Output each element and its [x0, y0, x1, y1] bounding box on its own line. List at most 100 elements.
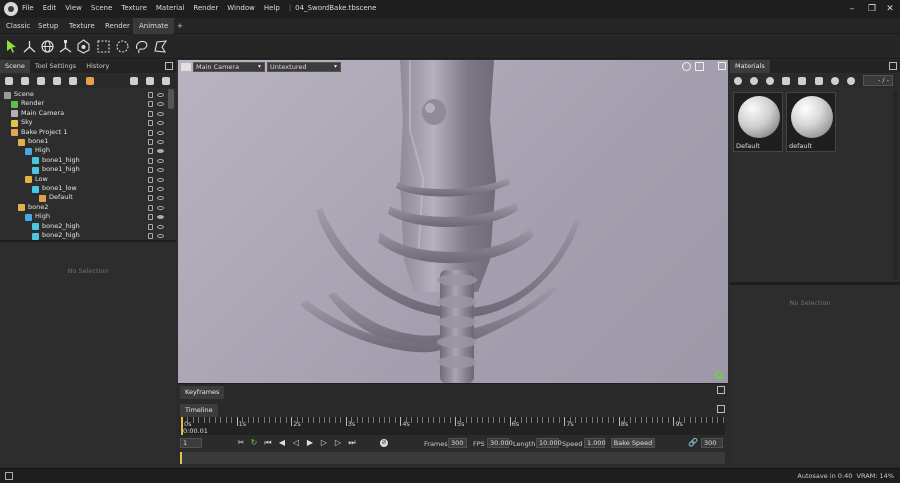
new-folder-icon[interactable] — [130, 77, 138, 85]
add-bake-project-icon[interactable] — [86, 77, 94, 85]
lock-icon[interactable] — [148, 214, 153, 221]
tree-item[interactable]: Scene — [0, 90, 175, 100]
pivot-tool-icon[interactable] — [76, 39, 91, 54]
maximize-icon[interactable]: ❐ — [866, 3, 878, 15]
tree-item[interactable]: Sky — [0, 118, 175, 128]
menu-material[interactable]: Material — [156, 4, 184, 12]
cut-keys-icon[interactable]: ✂ — [237, 439, 245, 447]
ellipse-select-icon[interactable] — [115, 39, 130, 54]
polygon-select-icon[interactable] — [153, 39, 168, 54]
open-folder-icon[interactable] — [782, 77, 790, 85]
assign-material-icon[interactable] — [815, 77, 823, 85]
visibility-icon[interactable] — [157, 93, 164, 97]
next-keyframe-icon[interactable]: ▷ — [334, 439, 342, 447]
menu-help[interactable]: Help — [264, 4, 280, 12]
menu-texture[interactable]: Texture — [121, 4, 147, 12]
tree-item[interactable]: Default — [0, 193, 175, 203]
play-icon[interactable]: ▶ — [306, 439, 314, 447]
duplicate-icon[interactable] — [146, 77, 154, 85]
material-swatch-default[interactable]: Default — [733, 92, 783, 152]
visibility-icon[interactable] — [157, 177, 164, 182]
add-object-icon[interactable] — [5, 77, 13, 85]
visibility-icon[interactable] — [157, 111, 164, 116]
visibility-icon[interactable] — [157, 140, 164, 144]
add-sky-icon[interactable] — [53, 77, 61, 85]
camera-dropdown[interactable]: Main Camera ▾ — [193, 62, 265, 72]
lock-icon[interactable] — [148, 129, 153, 136]
menu-render[interactable]: Render — [193, 4, 218, 12]
tab-tool-settings[interactable]: Tool Settings — [30, 60, 81, 73]
visibility-icon[interactable] — [157, 234, 164, 238]
tab-classic[interactable]: Classic — [0, 18, 36, 34]
delete-material-icon[interactable] — [798, 77, 806, 85]
speed-field[interactable]: 1.000 — [584, 438, 606, 448]
lock-icon[interactable] — [148, 176, 153, 183]
lock-icon[interactable] — [148, 101, 153, 108]
popout-icon[interactable] — [889, 62, 897, 70]
tab-render[interactable]: Render — [99, 18, 136, 34]
tree-item[interactable]: bone1_high — [0, 165, 175, 175]
tab-history[interactable]: History — [81, 60, 114, 73]
lock-icon[interactable] — [148, 167, 153, 174]
tree-item[interactable]: Bake Project 1 — [0, 128, 175, 138]
clear-material-icon[interactable] — [847, 77, 855, 85]
add-material-icon[interactable] — [734, 77, 742, 85]
lasso-select-icon[interactable] — [134, 39, 149, 54]
transform-tool-icon[interactable] — [22, 39, 37, 54]
timeline-track[interactable] — [180, 452, 725, 464]
tree-item[interactable]: High — [0, 146, 175, 156]
add-light-icon[interactable] — [21, 77, 29, 85]
tree-item[interactable]: bone1_high — [0, 156, 175, 166]
fps-field[interactable]: 30.000 — [487, 438, 513, 448]
tab-texture[interactable]: Texture — [63, 18, 101, 34]
lock-icon[interactable] — [148, 148, 153, 155]
viewport[interactable]: Main Camera ▾ Untextured ▾ — [178, 60, 728, 383]
link-icon[interactable]: 🔗 — [688, 439, 698, 447]
tree-item[interactable]: Render — [0, 99, 175, 109]
popout-icon[interactable] — [717, 386, 725, 394]
lock-icon[interactable] — [148, 195, 153, 202]
timeline-ruler[interactable]: 0s 1s 2s 3s 4s 5s 6s 7s 8s 9s 0:00.01 — [180, 417, 725, 435]
tree-item[interactable]: Low — [0, 175, 175, 185]
loop-icon[interactable]: ↻ — [250, 439, 258, 447]
tree-item[interactable]: bone2 — [0, 203, 175, 213]
bake-speed-button[interactable]: Bake Speed — [611, 438, 655, 448]
menu-view[interactable]: View — [65, 4, 82, 12]
rotate-tool-icon[interactable] — [40, 39, 55, 54]
length-field[interactable]: 10.000 — [536, 438, 562, 448]
playhead[interactable] — [181, 417, 183, 435]
visibility-icon[interactable] — [157, 149, 164, 154]
visibility-icon[interactable] — [157, 158, 164, 163]
popout-icon[interactable] — [717, 405, 725, 413]
lock-icon[interactable] — [148, 157, 153, 164]
minimize-icon[interactable]: – — [846, 3, 858, 15]
visibility-icon[interactable] — [157, 168, 164, 173]
log-icon[interactable] — [5, 472, 13, 480]
materials-scrollbar[interactable] — [893, 90, 898, 280]
lock-icon[interactable] — [148, 110, 153, 117]
tree-item[interactable]: bone1_low — [0, 184, 175, 194]
lock-icon[interactable] — [148, 233, 153, 239]
shading-dropdown[interactable]: Untextured ▾ — [267, 62, 341, 72]
menu-edit[interactable]: Edit — [43, 4, 57, 12]
current-frame-field[interactable]: 1 — [180, 438, 202, 448]
delete-icon[interactable] — [162, 77, 170, 85]
tree-item[interactable]: High — [0, 212, 175, 222]
tree-item[interactable]: bone2_high — [0, 231, 175, 240]
duplicate-material-icon[interactable] — [750, 77, 758, 85]
tree-item[interactable]: bone1 — [0, 137, 175, 147]
visibility-icon[interactable] — [157, 196, 164, 201]
tab-scene[interactable]: Scene — [0, 60, 30, 73]
visibility-icon[interactable] — [157, 130, 164, 135]
tree-item[interactable]: bone2_high — [0, 222, 175, 232]
material-swatch-default-2[interactable]: default — [786, 92, 836, 152]
lock-icon[interactable] — [148, 92, 153, 98]
apply-material-icon[interactable] — [831, 77, 839, 85]
close-icon[interactable]: ✕ — [884, 3, 896, 15]
rect-select-icon[interactable] — [96, 39, 111, 54]
menu-scene[interactable]: Scene — [91, 4, 112, 12]
timeline-settings-icon[interactable]: ⊘ — [380, 439, 388, 447]
visibility-icon[interactable] — [157, 205, 164, 210]
add-camera-icon[interactable] — [37, 77, 45, 85]
frames-field[interactable]: 300 — [448, 438, 467, 448]
